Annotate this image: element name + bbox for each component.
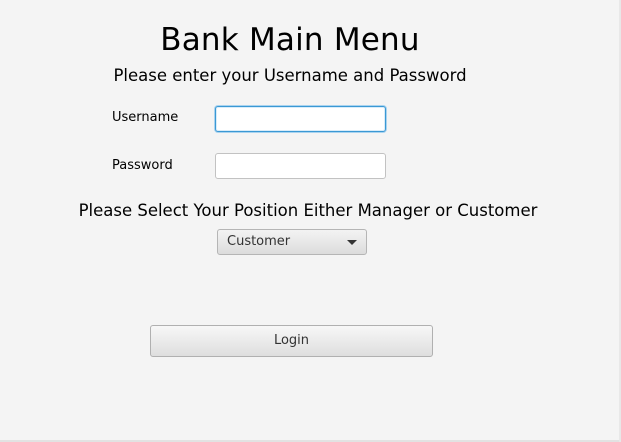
password-label: Password — [112, 158, 173, 173]
position-dropdown[interactable]: Customer — [217, 229, 367, 255]
page-subtitle: Please enter your Username and Password — [113, 66, 467, 85]
position-dropdown-value: Customer — [227, 234, 291, 249]
username-label: Username — [112, 110, 179, 125]
username-input[interactable] — [215, 106, 386, 132]
password-input[interactable] — [215, 153, 386, 179]
login-button[interactable]: Login — [150, 325, 433, 357]
position-prompt: Please Select Your Position Either Manag… — [78, 201, 538, 220]
page-title: Bank Main Menu — [160, 22, 420, 58]
chevron-down-icon[interactable] — [347, 240, 357, 245]
